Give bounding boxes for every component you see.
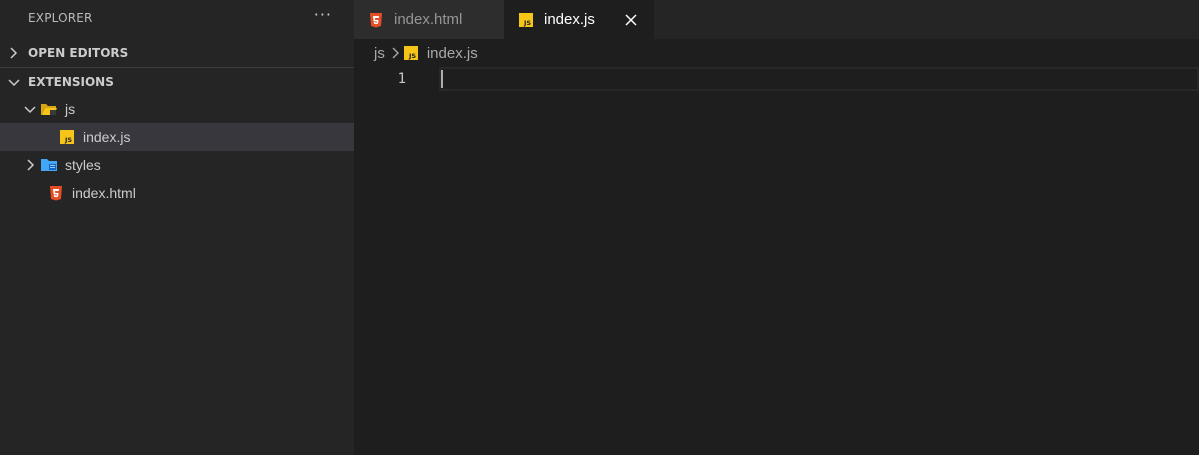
section-open-editors-label: OPEN EDITORS [28,46,129,60]
chevron-right-icon [391,47,399,59]
tree-item-label: index.html [72,185,136,201]
chevron-down-icon [20,104,40,114]
tree-item-js-folder[interactable]: js [0,95,354,123]
tab-index-html[interactable]: index.html [354,0,504,39]
js-file-icon: JS [58,128,76,146]
explorer-sidebar: EXPLORER ··· OPEN EDITORS EXTENSIONS js [0,0,354,455]
folder-styles-icon [40,156,58,174]
chevron-right-icon [20,159,40,171]
tree-item-index-html[interactable]: index.html [0,179,354,207]
tree-item-label: js [65,101,76,117]
tab-label: index.js [544,11,595,28]
html-file-icon [47,184,65,202]
editor-tab-bar: index.html JS index.js [354,0,1199,39]
chevron-right-icon [8,47,28,59]
tab-index-js[interactable]: JS index.js [504,0,654,39]
svg-text:JS: JS [408,52,416,60]
explorer-title: EXPLORER [28,11,93,25]
folder-js-open-icon [40,100,58,118]
tree-item-label: styles [65,157,101,173]
svg-text:JS: JS [523,19,531,27]
breadcrumb-folder[interactable]: js [374,45,385,62]
current-line-highlight [439,67,1199,91]
breadcrumb-file[interactable]: index.js [427,45,478,62]
section-open-editors[interactable]: OPEN EDITORS [0,39,354,67]
more-actions-button[interactable]: ··· [314,7,332,23]
breadcrumb: js JS index.js [354,39,1199,67]
tab-label: index.html [394,11,463,28]
line-number: 1 [397,71,406,87]
tree-item-label: index.js [83,129,131,145]
explorer-header: EXPLORER ··· [0,0,354,36]
section-extensions[interactable]: EXTENSIONS [0,67,354,95]
text-cursor [441,70,443,88]
html-file-icon [368,12,384,28]
close-icon[interactable] [622,13,640,26]
section-extensions-label: EXTENSIONS [28,74,114,89]
code-editor[interactable]: 1 [354,67,1199,455]
tree-item-index-js[interactable]: JS index.js [0,123,354,151]
js-file-icon: JS [403,45,419,61]
js-file-icon: JS [518,12,534,28]
tree-item-styles-folder[interactable]: styles [0,151,354,179]
chevron-down-icon [8,77,28,87]
svg-text:JS: JS [64,136,72,144]
